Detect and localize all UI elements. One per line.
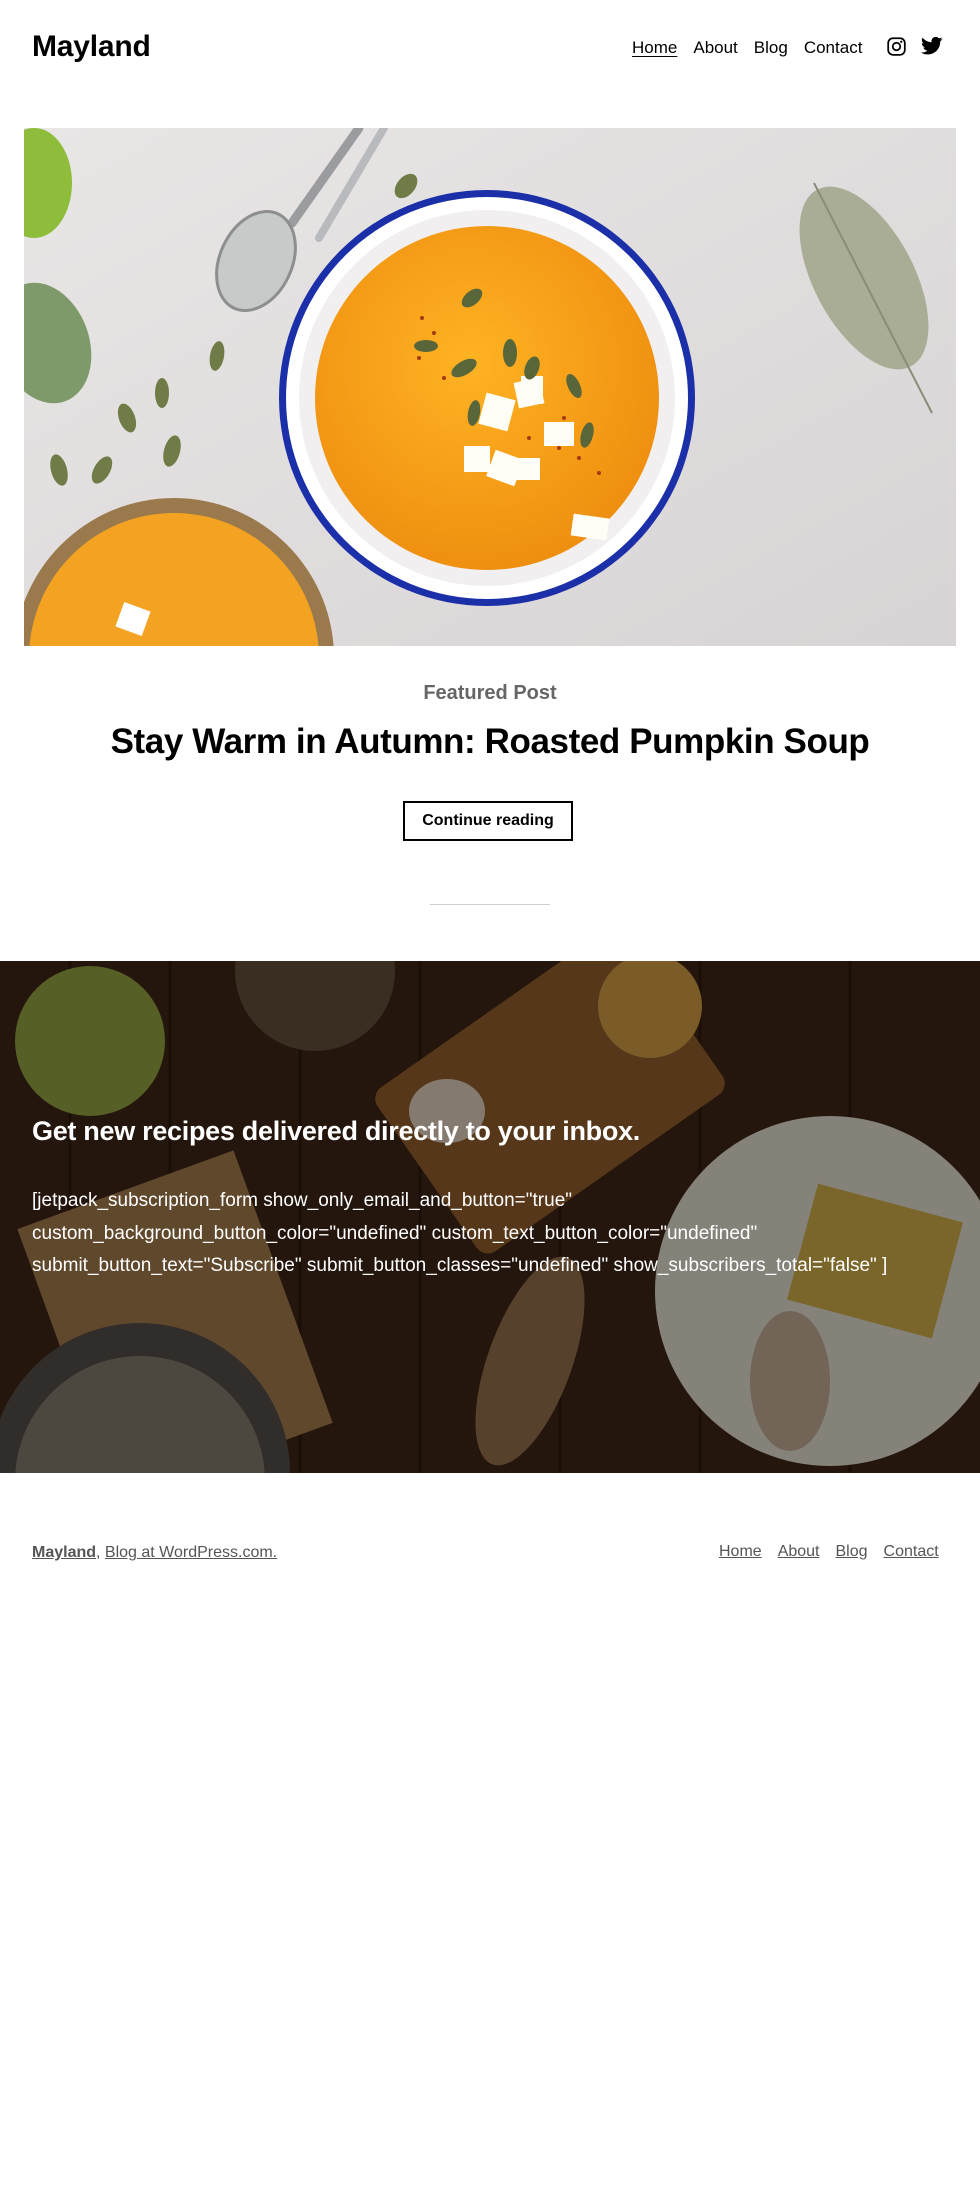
featured-post-label: Featured Post (423, 682, 557, 704)
featured-image[interactable] (24, 128, 956, 646)
subscription-shortcode-text: [jetpack_subscription_form show_only_ema… (32, 1190, 888, 1276)
footer-credit-separator: , (96, 1544, 105, 1561)
twitter-icon[interactable] (921, 36, 943, 57)
primary-nav: Home About Blog Contact (632, 38, 862, 58)
newsletter-heading: Get new recipes delivered directly to yo… (32, 1116, 640, 1146)
nav-item-blog[interactable]: Blog (754, 38, 788, 58)
social-links (886, 36, 943, 57)
footer-nav-contact[interactable]: Contact (884, 1543, 939, 1561)
nav-item-home[interactable]: Home (632, 38, 677, 58)
site-header: Mayland Home About Blog Contact (0, 0, 980, 128)
instagram-icon[interactable] (886, 36, 907, 57)
post-title[interactable]: Stay Warm in Autumn: Roasted Pumpkin Sou… (0, 722, 980, 762)
section-separator (430, 904, 550, 905)
footer-site-link[interactable]: Mayland (32, 1544, 96, 1561)
continue-reading-button[interactable]: Continue reading (403, 801, 573, 841)
soup-photo (24, 128, 956, 646)
footer-nav: Home About Blog Contact (719, 1543, 939, 1561)
footer-nav-home[interactable]: Home (719, 1543, 762, 1561)
wordpress-link[interactable]: Blog at WordPress.com. (105, 1544, 277, 1561)
footer-credit: Mayland, Blog at WordPress.com. (32, 1544, 277, 1562)
footer-nav-blog[interactable]: Blog (836, 1543, 868, 1561)
site-title[interactable]: Mayland (32, 30, 151, 64)
nav-item-contact[interactable]: Contact (804, 38, 863, 58)
nav-item-about[interactable]: About (693, 38, 737, 58)
footer-nav-about[interactable]: About (778, 1543, 820, 1561)
